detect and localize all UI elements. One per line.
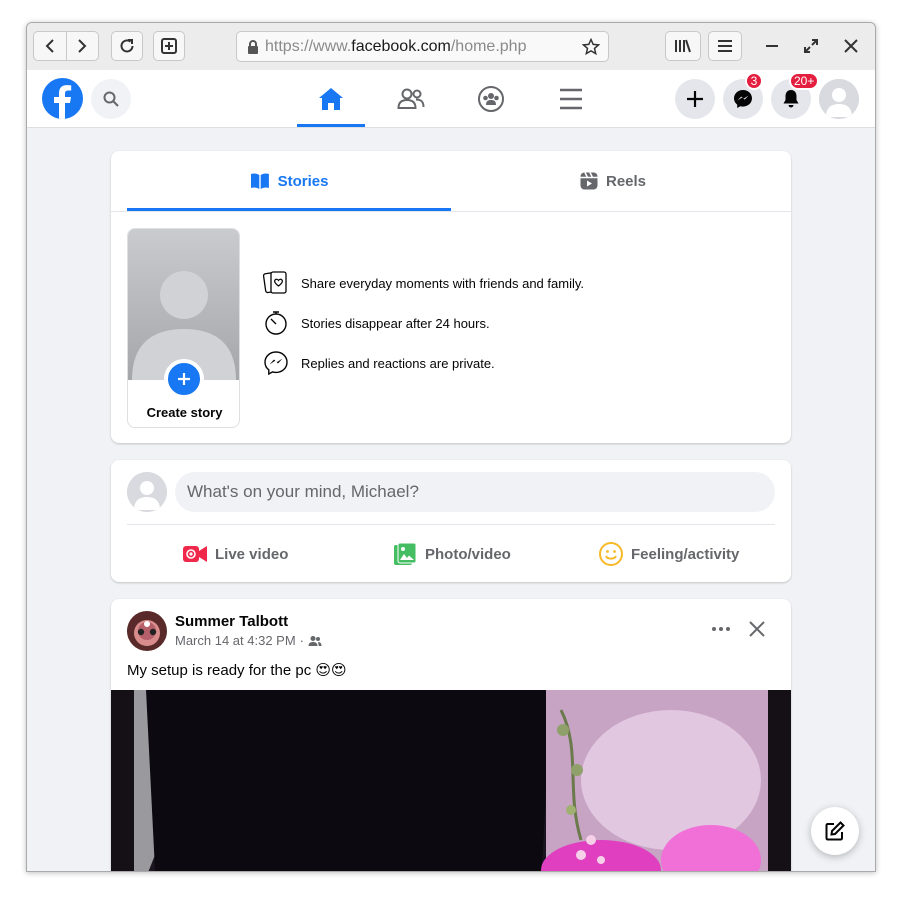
facebook-header: 3 20+ [27, 70, 875, 128]
search-button[interactable] [91, 79, 131, 119]
tab-stories-label: Stories [277, 172, 329, 190]
nav-buttons-group [33, 31, 99, 61]
stories-card: Stories Reels Create story Share everyda… [111, 151, 791, 443]
post-timestamp[interactable]: March 14 at 4:32 PM [175, 633, 296, 648]
tab-reels[interactable]: Reels [451, 151, 775, 211]
nav-tab-groups[interactable] [457, 70, 525, 127]
forward-icon[interactable] [67, 32, 99, 60]
photo-video-button[interactable]: Photo/video [393, 534, 511, 574]
live-video-icon [183, 546, 207, 562]
nav-tab-menu[interactable] [537, 70, 605, 127]
post-author-name[interactable]: Summer Talbott [175, 613, 288, 630]
create-story-photo [128, 229, 239, 380]
create-story-plus-icon[interactable] [164, 359, 204, 399]
reload-button[interactable] [111, 31, 143, 61]
story-info-row: Stories disappear after 24 hours. [263, 310, 490, 336]
book-icon [250, 173, 269, 189]
composer-placeholder: What's on your mind, Michael? [187, 482, 419, 501]
story-info-row: Replies and reactions are private. [263, 350, 495, 376]
story-info-row: Share everyday moments with friends and … [263, 270, 584, 296]
lock-icon [248, 39, 258, 54]
reload-icon [120, 39, 134, 53]
cards-heart-icon [263, 271, 287, 294]
notifications-badge: 20+ [789, 72, 820, 90]
hamburger-icon [718, 40, 732, 52]
search-icon [103, 91, 119, 107]
home-icon [319, 87, 343, 110]
url-bar[interactable]: https://www.facebook.com/home.php [236, 31, 609, 62]
composer-input[interactable]: What's on your mind, Michael? [175, 472, 775, 512]
messenger-outline-icon [264, 351, 288, 376]
composer-avatar[interactable] [127, 472, 167, 512]
nav-tab-friends[interactable] [377, 70, 445, 127]
menu-icon [560, 88, 582, 109]
new-message-button[interactable] [811, 807, 859, 855]
post-image[interactable] [111, 690, 791, 871]
stopwatch-icon [265, 311, 287, 335]
browser-window: https://www.facebook.com/home.php 3 20+ … [26, 22, 876, 872]
create-button[interactable] [675, 79, 715, 119]
minimize-icon [766, 45, 778, 47]
reels-icon [580, 172, 598, 190]
live-video-button[interactable]: Live video [183, 534, 288, 574]
plus-icon [687, 91, 703, 107]
feeling-activity-button[interactable]: Feeling/activity [599, 534, 739, 574]
post-more-icon[interactable] [705, 615, 737, 643]
stories-divider [111, 211, 791, 212]
friends-audience-icon[interactable] [308, 635, 322, 647]
create-story-tile[interactable]: Create story [127, 228, 240, 428]
tab-reels-label: Reels [605, 172, 647, 190]
messenger-badge: 3 [745, 72, 763, 90]
new-tab-button[interactable] [153, 31, 185, 61]
facebook-logo-icon[interactable] [42, 78, 83, 119]
post-meta: March 14 at 4:32 PM · [175, 633, 322, 648]
back-icon[interactable] [34, 32, 67, 60]
library-icon [675, 39, 691, 53]
feeling-icon [599, 542, 623, 566]
maximize-button[interactable] [800, 35, 822, 57]
menu-button[interactable] [708, 31, 742, 61]
photo-icon [394, 542, 417, 565]
tab-stories[interactable]: Stories [127, 151, 451, 211]
library-button[interactable] [665, 31, 701, 61]
url-text: https://www.facebook.com/home.php [265, 37, 527, 55]
post-author-avatar[interactable] [127, 611, 167, 651]
maximize-icon [804, 39, 818, 53]
compose-icon [825, 821, 845, 841]
account-avatar[interactable] [819, 79, 859, 119]
messenger-icon [734, 90, 752, 108]
avatar-placeholder-icon [819, 79, 859, 119]
create-story-label: Create story [146, 405, 223, 420]
notifications-button[interactable]: 20+ [771, 72, 820, 119]
new-tab-icon [161, 38, 177, 54]
composer-divider [127, 524, 775, 525]
bookmark-star-icon[interactable] [582, 37, 600, 56]
nav-tab-home[interactable] [297, 70, 365, 127]
close-icon [844, 39, 858, 53]
composer-card: What's on your mind, Michael? Live video… [111, 460, 791, 582]
post-text: My setup is ready for the pc 😍😍 [127, 662, 347, 679]
messenger-button[interactable]: 3 [723, 72, 763, 119]
browser-toolbar: https://www.facebook.com/home.php [27, 23, 875, 71]
post-close-icon[interactable] [743, 615, 771, 643]
avatar-placeholder-icon [127, 472, 167, 512]
post-card: Summer Talbott March 14 at 4:32 PM · My … [111, 599, 791, 871]
friends-icon [397, 88, 425, 109]
groups-icon [478, 85, 504, 112]
bell-icon [783, 90, 799, 108]
close-window-button[interactable] [840, 35, 862, 57]
minimize-button[interactable] [761, 35, 783, 57]
